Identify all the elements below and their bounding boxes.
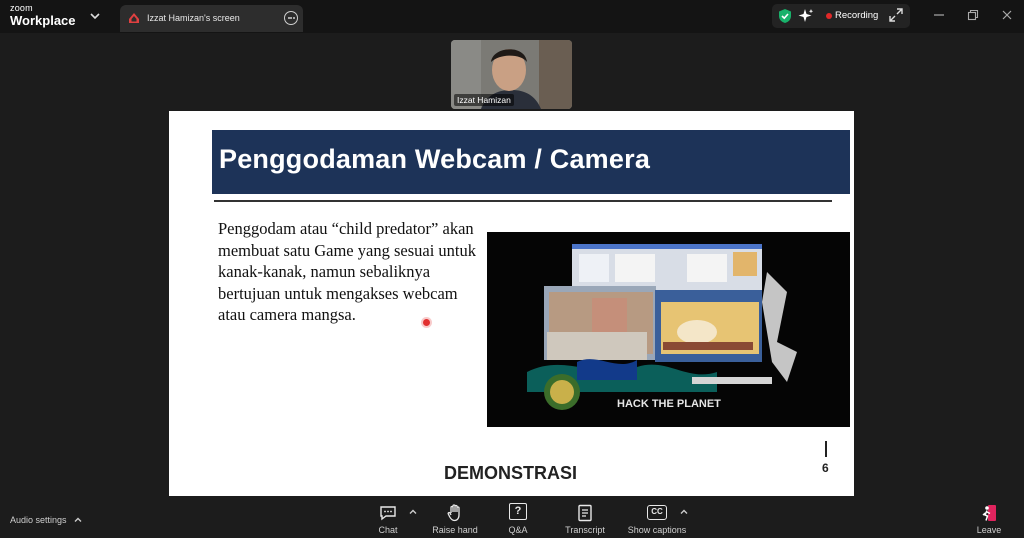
close-icon[interactable]	[1000, 8, 1014, 22]
qa-button[interactable]: ? Q&A	[500, 503, 536, 538]
raise-hand-icon	[447, 504, 460, 522]
qa-icon: ?	[509, 503, 527, 520]
slide-footer-demonstrasi: DEMONSTRASI	[444, 463, 578, 483]
brand-zoom-text: zoom	[10, 3, 33, 13]
leave-button[interactable]: Leave	[972, 503, 1006, 538]
minimize-icon[interactable]	[932, 8, 946, 22]
raise-hand-label: Raise hand	[432, 525, 478, 535]
hacker-desktop-illustration: HACK THE PLANET	[487, 232, 850, 427]
slide-body-text: Penggodam atau “child predator” akan mem…	[218, 219, 476, 324]
chat-options-chevron-icon[interactable]	[408, 507, 418, 517]
security-shield-icon[interactable]	[778, 8, 792, 24]
recording-dot-icon	[826, 13, 832, 19]
zoom-window: zoom Workplace Izzat Hamizan's screen Re…	[0, 0, 1024, 538]
show-captions-label: Show captions	[627, 525, 687, 535]
slide-page-number: 6	[822, 461, 829, 475]
closed-captions-icon: CC	[647, 505, 667, 520]
qa-question-glyph: ?	[514, 505, 522, 517]
leave-icon	[982, 505, 996, 521]
shared-slide: Penggodaman Webcam / Camera Penggodam at…	[169, 111, 854, 496]
cc-glyph: CC	[651, 507, 663, 516]
participant-video-thumbnail[interactable]: Izzat Hamizan	[451, 40, 572, 109]
app-brand[interactable]: zoom Workplace	[10, 3, 76, 28]
chat-icon	[380, 506, 396, 521]
chat-label: Chat	[378, 525, 398, 535]
transcript-icon	[578, 504, 592, 522]
slide-divider	[214, 200, 832, 202]
qa-label: Q&A	[508, 525, 528, 535]
image-caption-text: HACK THE PLANET	[617, 398, 721, 410]
page-number-divider	[825, 441, 827, 457]
transcript-button[interactable]: Transcript	[562, 503, 608, 538]
slide-screenshot-image: HACK THE PLANET	[487, 232, 850, 427]
audio-settings-label[interactable]: Audio settings	[10, 515, 67, 525]
tab-shared-screen[interactable]: Izzat Hamizan's screen	[120, 5, 303, 32]
brand-workplace-text: Workplace	[10, 13, 76, 28]
raise-hand-button[interactable]: Raise hand	[428, 503, 482, 538]
restore-icon[interactable]	[966, 8, 980, 22]
captions-options-chevron-icon[interactable]	[679, 507, 689, 517]
chevron-up-icon[interactable]	[73, 515, 83, 525]
expand-icon[interactable]	[889, 8, 903, 22]
participant-name-label: Izzat Hamizan	[454, 94, 514, 106]
laser-pointer-dot	[423, 319, 430, 326]
slide-title-banner: Penggodaman Webcam / Camera	[212, 130, 850, 194]
slide-title: Penggodaman Webcam / Camera	[219, 144, 651, 174]
recording-label[interactable]: Recording	[835, 10, 878, 21]
more-options-icon[interactable]	[284, 11, 298, 25]
ai-companion-sparkle-icon[interactable]	[798, 8, 814, 24]
chat-button[interactable]: Chat	[368, 503, 408, 538]
leave-label: Leave	[976, 525, 1002, 535]
tab-title: Izzat Hamizan's screen	[147, 13, 240, 23]
share-screen-icon	[129, 13, 139, 23]
transcript-label: Transcript	[565, 525, 605, 535]
meeting-status-group: Recording	[772, 4, 910, 28]
title-bar: zoom Workplace Izzat Hamizan's screen Re…	[0, 0, 1024, 33]
chevron-down-icon[interactable]	[89, 8, 101, 24]
